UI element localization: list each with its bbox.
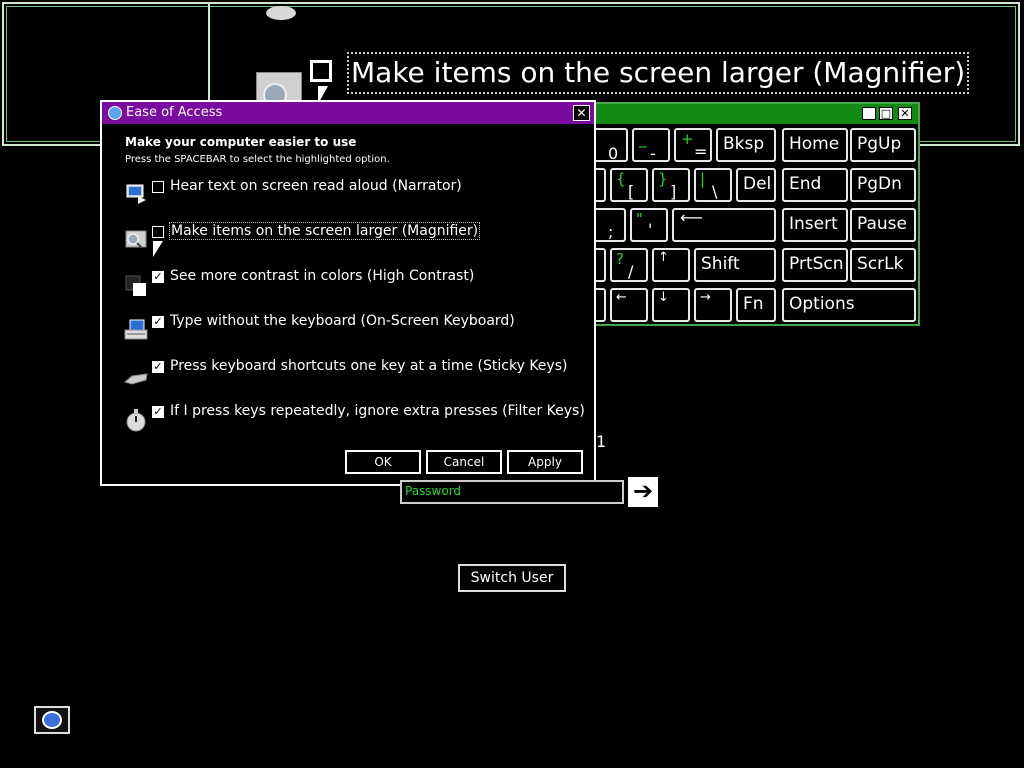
ok-button[interactable]: OK <box>345 450 421 474</box>
ease-of-access-button[interactable] <box>34 706 70 734</box>
key-fn[interactable]: Fn <box>736 288 776 322</box>
ease-of-access-icon <box>108 106 122 120</box>
narrator-option-label[interactable]: Hear text on screen read aloud (Narrator… <box>170 178 462 194</box>
logon-fragment-text: 1 <box>596 432 607 451</box>
sticky-keys-icon <box>124 373 148 385</box>
magnifier-option-label[interactable]: Make items on the screen larger (Magnifi… <box>169 222 481 240</box>
key-0[interactable]: 0 <box>592 128 628 163</box>
ease-of-access-dialog: Ease of Access ✕ Make your computer easi… <box>100 100 596 486</box>
key-minus[interactable]: _ - <box>632 128 670 163</box>
key-options[interactable]: Options <box>782 288 916 322</box>
key-insert[interactable]: Insert <box>782 208 848 242</box>
password-field[interactable]: Password <box>400 480 624 504</box>
key-slash[interactable]: ? / <box>610 248 648 282</box>
on-screen-keyboard-checkbox[interactable]: ✓ <box>152 316 164 328</box>
on-screen-keyboard-option-label[interactable]: Type without the keyboard (On-Screen Key… <box>170 313 515 329</box>
key-backspace[interactable]: Bksp <box>716 128 776 162</box>
close-icon[interactable]: ✕ <box>898 107 912 120</box>
key-home[interactable]: Home <box>782 128 848 162</box>
dialog-title-bar[interactable]: Ease of Access ✕ <box>102 102 594 124</box>
filter-keys-checkbox[interactable]: ✓ <box>152 406 164 418</box>
key-scrlk[interactable]: ScrLk <box>850 248 916 282</box>
magnifier-checkbox[interactable] <box>152 226 164 238</box>
magnified-icon <box>266 6 296 20</box>
magnifier-icon <box>125 230 147 249</box>
key-brace-right[interactable]: } ] <box>652 168 690 202</box>
ease-of-access-icon <box>42 711 62 729</box>
key-down-arrow[interactable]: ↓ <box>652 288 690 322</box>
key-end[interactable]: End <box>782 168 848 202</box>
high-contrast-checkbox[interactable]: ✓ <box>152 271 164 283</box>
key-enter[interactable]: ⟵ <box>672 208 776 242</box>
key-prtscn[interactable]: PrtScn <box>782 248 848 282</box>
switch-user-button[interactable]: Switch User <box>458 564 566 592</box>
high-contrast-icon <box>125 275 146 296</box>
key-shift[interactable]: Shift <box>694 248 776 282</box>
mouse-cursor-icon <box>153 241 163 257</box>
filter-keys-option-label[interactable]: If I press keys repeatedly, ignore extra… <box>170 403 585 419</box>
narrator-icon <box>126 184 146 204</box>
filter-keys-icon <box>126 409 146 432</box>
submit-arrow-button[interactable]: ➔ <box>628 477 658 507</box>
dialog-heading: Make your computer easier to use <box>125 135 357 149</box>
on-screen-keyboard: _ □ ✕ 0 _ - + = Bksp Home PgUp { [ } ] |… <box>592 102 920 326</box>
minimize-icon[interactable]: _ <box>862 107 876 120</box>
key-pgup[interactable]: PgUp <box>850 128 916 162</box>
cancel-button[interactable]: Cancel <box>426 450 502 474</box>
sticky-keys-checkbox[interactable]: ✓ <box>152 361 164 373</box>
key-pause[interactable]: Pause <box>850 208 916 242</box>
magnified-checkbox <box>310 60 332 82</box>
key-up-arrow[interactable]: ↑ <box>652 248 690 282</box>
high-contrast-option-label[interactable]: See more contrast in colors (High Contra… <box>170 268 474 284</box>
narrator-checkbox[interactable] <box>152 181 164 193</box>
key-backslash[interactable]: | \ <box>694 168 732 202</box>
dialog-instructions: Press the SPACEBAR to select the highlig… <box>125 154 390 165</box>
apply-button[interactable]: Apply <box>507 450 583 474</box>
key-delete[interactable]: Del <box>736 168 776 202</box>
close-button[interactable]: ✕ <box>573 105 590 121</box>
key-brace-left[interactable]: { [ <box>610 168 648 202</box>
key-left-arrow[interactable]: ← <box>610 288 648 322</box>
key-right-arrow[interactable]: → <box>694 288 732 322</box>
keyboard-icon <box>124 319 148 340</box>
dialog-title: Ease of Access <box>126 105 223 120</box>
key-pgdn[interactable]: PgDn <box>850 168 916 202</box>
keyboard-title-bar[interactable]: _ □ ✕ <box>596 104 918 124</box>
maximize-icon[interactable]: □ <box>879 107 893 120</box>
key-equals[interactable]: + = <box>674 128 712 162</box>
key-semicolon[interactable]: ; <box>592 208 626 242</box>
magnified-option-text: Make items on the screen larger (Magnifi… <box>347 52 970 94</box>
sticky-keys-option-label[interactable]: Press keyboard shortcuts one key at a ti… <box>170 358 567 374</box>
key-quote[interactable]: " ' <box>630 208 668 242</box>
